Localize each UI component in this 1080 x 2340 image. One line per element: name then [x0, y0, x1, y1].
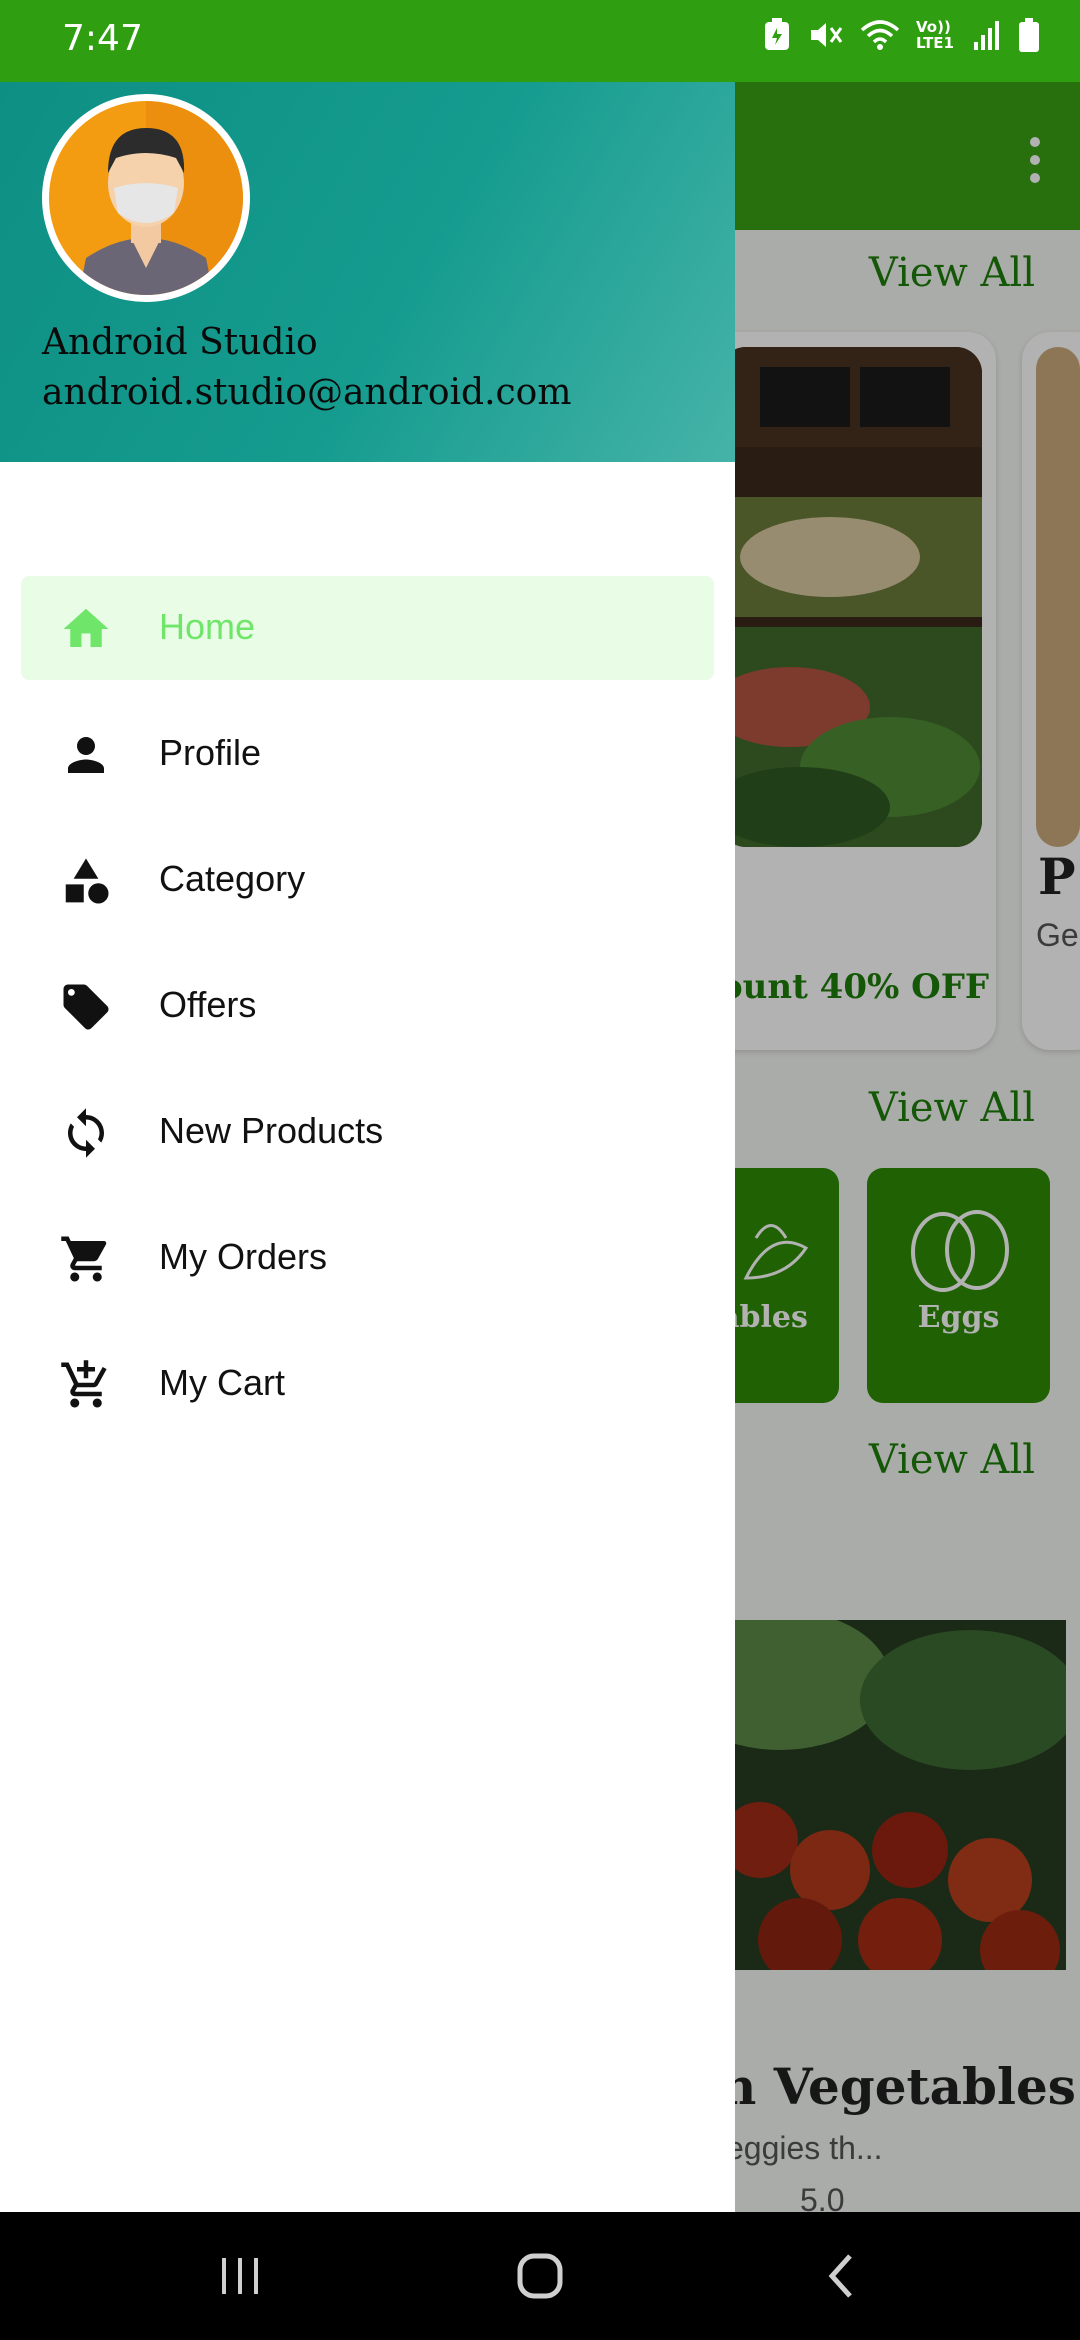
navigation-drawer: Android Studio android.studio@android.co… [0, 82, 735, 2212]
drawer-item-new-products[interactable]: New Products [21, 1080, 714, 1184]
battery-saver-icon [765, 18, 789, 50]
drawer-item-label: My Cart [159, 1362, 285, 1403]
system-nav-bar [0, 2212, 1080, 2340]
home-nav-icon[interactable] [510, 2246, 570, 2306]
avatar[interactable] [42, 94, 250, 302]
drawer-item-profile[interactable]: Profile [21, 702, 714, 806]
user-name: Android Studio [42, 322, 318, 363]
drawer-item-label: New Products [159, 1110, 384, 1151]
status-bar: 7:47 Vo)) LTE1 [0, 0, 1080, 82]
status-icons: Vo)) LTE1 [762, 18, 1040, 52]
drawer-item-label: Category [159, 858, 306, 899]
status-time: 7:47 [62, 18, 143, 59]
drawer-item-label: Offers [159, 984, 257, 1025]
drawer-item-offers[interactable]: Offers [21, 954, 714, 1058]
drawer-item-my-orders[interactable]: My Orders [21, 1206, 714, 1310]
refresh-icon [68, 1108, 104, 1158]
tag-icon [63, 984, 109, 1030]
drawer-item-label: Home [159, 606, 256, 647]
drawer-item-category[interactable]: Category [21, 828, 714, 932]
home-icon [63, 608, 109, 647]
recents-icon[interactable] [210, 2246, 270, 2306]
user-email: android.studio@android.com [42, 372, 572, 413]
person-icon [68, 737, 104, 773]
signal-icon [974, 21, 999, 50]
drawer-header: Android Studio android.studio@android.co… [0, 82, 735, 462]
back-icon[interactable] [812, 2246, 872, 2306]
cart-icon [61, 1236, 107, 1282]
drawer-item-home[interactable]: Home [21, 576, 714, 680]
wifi-icon [860, 20, 900, 50]
drawer-item-label: My Orders [159, 1236, 328, 1277]
drawer-item-label: Profile [159, 732, 262, 773]
drawer-item-my-cart[interactable]: My Cart [21, 1332, 714, 1436]
category-icon [65, 858, 109, 904]
add-cart-icon [61, 1360, 107, 1408]
battery-icon [1019, 18, 1039, 52]
mute-icon [811, 23, 843, 47]
volte-icon: Vo)) LTE1 [916, 18, 954, 52]
